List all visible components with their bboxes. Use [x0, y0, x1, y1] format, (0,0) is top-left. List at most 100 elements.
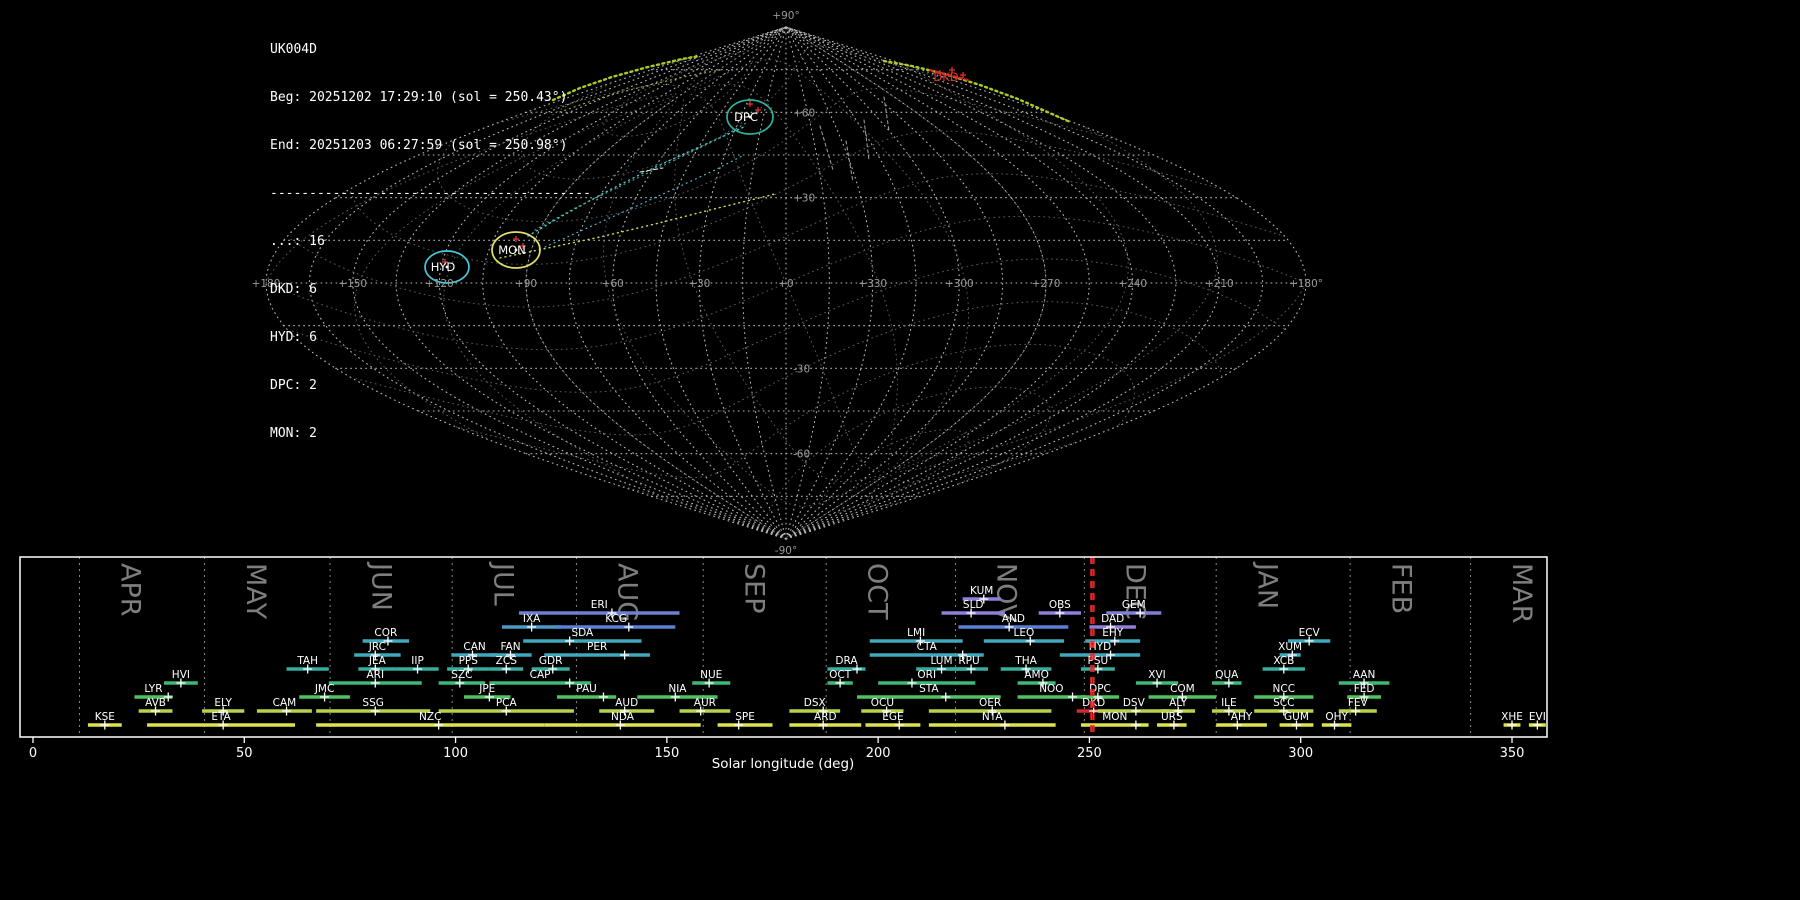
- shower-label-LUM: LUM: [930, 655, 952, 667]
- shower-label-SPE: SPE: [735, 711, 755, 723]
- shower-label-STA: STA: [919, 683, 939, 695]
- shower-label-ZCS: ZCS: [496, 655, 518, 667]
- shower-label-DSV: DSV: [1123, 697, 1146, 709]
- shower-label-GUM: GUM: [1284, 711, 1309, 723]
- lon-label: +0: [778, 278, 793, 290]
- lat-label: +30: [793, 193, 815, 205]
- track-gray-trail-3: [863, 119, 870, 161]
- shower-label-FED: FED: [1354, 683, 1375, 695]
- shower-label-PAU: PAU: [576, 683, 597, 695]
- lon-label: +270: [1032, 278, 1061, 290]
- shower-label-JPE: JPE: [478, 683, 495, 695]
- axis-tick-label: 250: [1077, 746, 1102, 761]
- lon-label: +180°: [1289, 278, 1323, 290]
- shower-label-DAD: DAD: [1101, 613, 1124, 625]
- axis-tick-label: 0: [29, 746, 37, 761]
- month-label-MAY: MAY: [240, 563, 271, 620]
- observation-info-block: UK004D Beg: 20251202 17:29:10 (sol = 250…: [270, 10, 591, 474]
- shower-label-EVI: EVI: [1529, 711, 1546, 723]
- shower-label-CAN: CAN: [463, 641, 485, 653]
- secondary-grid-circle: [603, 50, 755, 137]
- shower-label-AUR: AUR: [694, 697, 716, 709]
- shower-label-AAN: AAN: [1353, 669, 1376, 681]
- shower-label-ECV: ECV: [1299, 627, 1321, 639]
- month-label-APR: APR: [115, 563, 146, 617]
- lat-label: -30: [793, 363, 810, 375]
- shower-label-KCG: KCG: [605, 613, 627, 625]
- shower-label-ARI: ARI: [366, 669, 384, 681]
- shower-label-FEV: FEV: [1348, 697, 1369, 709]
- shower-label-ETA: ETA: [211, 711, 231, 723]
- axis-tick-label: 200: [866, 746, 891, 761]
- meteor-plot-window: HYD MON DPC DKD +180 +150 +120 +90 +60 +30 +0 +330…: [0, 0, 1800, 900]
- peak-marker-CAP: [565, 678, 575, 688]
- count-hyd: HYD: 6: [270, 330, 317, 345]
- axis-tick-label: 50: [236, 746, 253, 761]
- shower-label-QUA: QUA: [1215, 669, 1239, 681]
- shower-label-OHY: OHY: [1325, 711, 1348, 723]
- axis-tick-label: 150: [654, 746, 679, 761]
- lon-label: +210: [1205, 278, 1234, 290]
- shower-label-ELY: ELY: [214, 697, 232, 709]
- shower-label-GEM: GEM: [1122, 599, 1146, 611]
- shower-label-CTA: CTA: [917, 641, 938, 653]
- lon-label: +240: [1118, 278, 1147, 290]
- shower-label-EGE: EGE: [882, 711, 903, 723]
- peak-marker-MON: [1131, 720, 1141, 730]
- axis-tick-label: 350: [1500, 746, 1525, 761]
- shower-label-XHE: XHE: [1501, 711, 1523, 723]
- shower-label-COM: COM: [1170, 683, 1195, 695]
- shower-label-SSG: SSG: [362, 697, 383, 709]
- shower-label-DPC: DPC: [1089, 683, 1111, 695]
- shower-label-EHY: EHY: [1102, 627, 1124, 639]
- count-mon: MON: 2: [270, 426, 317, 441]
- peak-marker-NOO: [1068, 692, 1078, 702]
- shower-label-OCT: OCT: [829, 669, 852, 681]
- count-dkd: DKD: 6: [270, 282, 317, 297]
- peak-marker-ORI: [907, 678, 917, 688]
- shower-label-RPU: RPU: [958, 655, 979, 667]
- lon-label: +300: [945, 278, 974, 290]
- radiant-label-DPC: DPC: [734, 110, 758, 124]
- x-axis-title: Solar longitude (deg): [712, 756, 855, 772]
- shower-label-TAH: TAH: [296, 655, 318, 667]
- shower-label-DRA: DRA: [835, 655, 858, 667]
- red-cross-mark: [747, 101, 753, 107]
- begin-time: Beg: 20251202 17:29:10 (sol = 250.43°): [270, 90, 568, 105]
- shower-label-JEA: JEA: [368, 655, 387, 667]
- shower-label-FAN: FAN: [500, 641, 520, 653]
- shower-label-NTA: NTA: [982, 711, 1003, 723]
- shower-label-NOO: NOO: [1039, 683, 1063, 695]
- shower-label-AHY: AHY: [1231, 711, 1253, 723]
- shower-label-HVI: HVI: [172, 669, 190, 681]
- secondary-grid-meridian: [691, 83, 898, 470]
- month-label-MAR: MAR: [1506, 563, 1537, 624]
- shower-label-URS: URS: [1161, 711, 1183, 723]
- shower-label-ARD: ARD: [814, 711, 837, 723]
- shower-label-XUM: XUM: [1278, 641, 1302, 653]
- shower-label-COR: COR: [374, 627, 397, 639]
- lon-label: +30: [688, 278, 710, 290]
- shower-label-PER: PER: [587, 641, 607, 653]
- shower-label-AUD: AUD: [615, 697, 638, 709]
- month-label-FEB: FEB: [1385, 563, 1416, 614]
- count-dpc: DPC: 2: [270, 378, 317, 393]
- month-label-JUL: JUL: [487, 561, 518, 606]
- shower-label-IXA: IXA: [523, 613, 541, 625]
- shower-label-DSX: DSX: [804, 697, 826, 709]
- lat-label: -60: [793, 449, 810, 461]
- shower-label-GDR: GDR: [539, 655, 563, 667]
- shower-label-NZC: NZC: [419, 711, 441, 723]
- lon-label: +60: [602, 278, 624, 290]
- shower-label-OCU: OCU: [871, 697, 894, 709]
- lon-label: +330: [858, 278, 887, 290]
- shower-label-ERI: ERI: [591, 599, 608, 611]
- lat-label: -90°: [775, 545, 797, 557]
- shower-label-CAM: CAM: [273, 697, 297, 709]
- shower-label-LYR: LYR: [144, 683, 162, 695]
- peak-marker-PAU: [598, 692, 608, 702]
- peak-marker-PER: [620, 650, 630, 660]
- shower-label-MON: MON: [1102, 711, 1127, 723]
- shower-label-XVI: XVI: [1148, 669, 1165, 681]
- shower-label-CAP: CAP: [530, 669, 551, 681]
